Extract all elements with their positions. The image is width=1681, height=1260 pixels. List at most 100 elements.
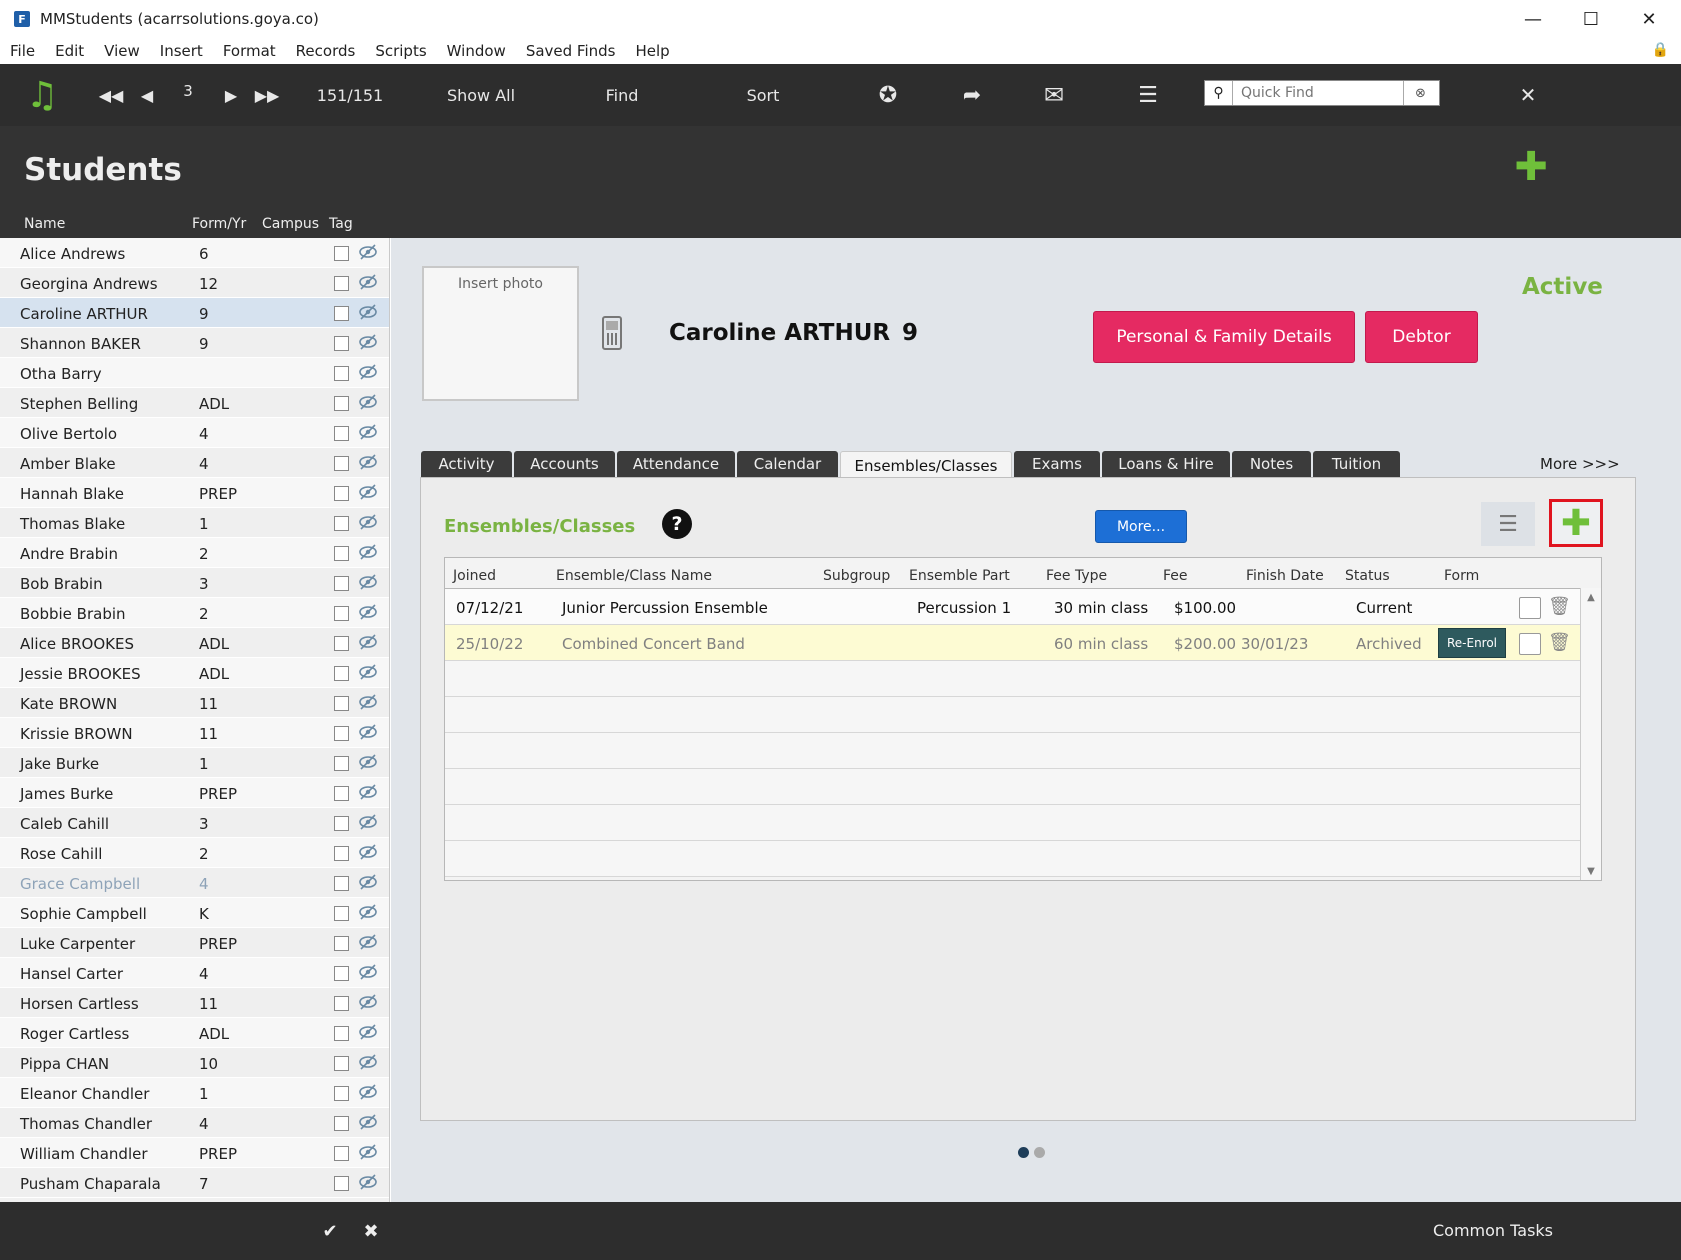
tag-checkbox[interactable] (334, 1056, 349, 1071)
student-row[interactable]: Jessie BROOKES ADL (0, 658, 389, 688)
tag-checkbox[interactable] (334, 1026, 349, 1041)
student-row[interactable]: Otha Barry (0, 358, 389, 388)
tag-checkbox[interactable] (334, 276, 349, 291)
tab-attendance[interactable]: Attendance (617, 451, 735, 477)
show-all-button[interactable]: Show All (440, 64, 522, 126)
hidden-eye-icon[interactable] (358, 1053, 380, 1073)
tag-checkbox[interactable] (334, 696, 349, 711)
email-icon[interactable]: ✉ (1038, 64, 1070, 126)
hidden-eye-icon[interactable] (358, 363, 380, 383)
hidden-eye-icon[interactable] (358, 483, 380, 503)
hidden-eye-icon[interactable] (358, 1143, 380, 1163)
student-row[interactable]: James Burke PREP (0, 778, 389, 808)
column-campus[interactable]: Campus (262, 216, 319, 232)
tab-tuition[interactable]: Tuition (1313, 451, 1400, 477)
menu-window[interactable]: Window (437, 42, 516, 60)
menu-records[interactable]: Records (286, 42, 366, 60)
hidden-eye-icon[interactable] (358, 663, 380, 683)
hidden-eye-icon[interactable] (358, 543, 380, 563)
row-checkbox[interactable] (1519, 597, 1541, 619)
menu-edit[interactable]: Edit (45, 42, 94, 60)
tag-checkbox[interactable] (334, 576, 349, 591)
menu-format[interactable]: Format (213, 42, 286, 60)
tag-checkbox[interactable] (334, 906, 349, 921)
student-row[interactable]: Grace Campbell 4 (0, 868, 389, 898)
hidden-eye-icon[interactable] (358, 243, 380, 263)
hidden-eye-icon[interactable] (358, 873, 380, 893)
tab-ensembles-classes[interactable]: Ensembles/Classes (840, 451, 1012, 479)
tag-checkbox[interactable] (334, 456, 349, 471)
close-find-icon[interactable]: ✕ (1514, 64, 1542, 126)
student-row[interactable]: Hansel Carter 4 (0, 958, 389, 988)
hidden-eye-icon[interactable] (358, 723, 380, 743)
student-row[interactable]: Shannon BAKER 9 (0, 328, 389, 358)
tab-notes[interactable]: Notes (1232, 451, 1311, 477)
student-row[interactable]: Andre Brabin 2 (0, 538, 389, 568)
page-dot-2[interactable] (1034, 1147, 1045, 1158)
hidden-eye-icon[interactable] (358, 753, 380, 773)
menu-file[interactable]: File (0, 42, 45, 60)
student-row[interactable]: Kate BROWN 11 (0, 688, 389, 718)
more-tabs-link[interactable]: More >>> (1540, 455, 1620, 473)
student-row[interactable]: Bobbie Brabin 2 (0, 598, 389, 628)
hidden-eye-icon[interactable] (358, 1083, 380, 1103)
student-row[interactable]: Sophie Campbell K (0, 898, 389, 928)
add-ensemble-button[interactable]: ✚ (1549, 499, 1603, 547)
debtor-button[interactable]: Debtor (1365, 311, 1478, 363)
list-view-icon[interactable]: ☰ (1481, 502, 1535, 546)
hidden-eye-icon[interactable] (358, 453, 380, 473)
tag-checkbox[interactable] (334, 336, 349, 351)
common-tasks-button[interactable]: Common Tasks (1433, 1221, 1553, 1240)
column-tag[interactable]: Tag (329, 216, 353, 232)
student-row[interactable]: Rose Cahill 2 (0, 838, 389, 868)
tag-checkbox[interactable] (334, 816, 349, 831)
student-row[interactable]: Horsen Cartless 11 (0, 988, 389, 1018)
student-row[interactable]: Bob Brabin 3 (0, 568, 389, 598)
page-dot-1[interactable] (1018, 1147, 1029, 1158)
hidden-eye-icon[interactable] (358, 693, 380, 713)
tag-checkbox[interactable] (334, 486, 349, 501)
hidden-eye-icon[interactable] (358, 603, 380, 623)
quick-find-input[interactable] (1233, 82, 1403, 104)
student-row[interactable]: Alice Andrews 6 (0, 238, 389, 268)
hidden-eye-icon[interactable] (358, 423, 380, 443)
scroll-up-icon[interactable]: ▲ (1581, 588, 1601, 606)
menu-help[interactable]: Help (625, 42, 679, 60)
student-row[interactable]: Luke Carpenter PREP (0, 928, 389, 958)
tag-checkbox[interactable] (334, 636, 349, 651)
tag-checkbox[interactable] (334, 306, 349, 321)
tag-checkbox[interactable] (334, 876, 349, 891)
share-icon[interactable]: ➦ (956, 64, 988, 126)
column-name[interactable]: Name (24, 216, 65, 232)
next-record-icon[interactable]: ▶ (222, 64, 240, 126)
re-enrol-button[interactable]: Re-Enrol (1438, 628, 1506, 658)
menu-insert[interactable]: Insert (150, 42, 213, 60)
student-row[interactable]: Roger Cartless ADL (0, 1018, 389, 1048)
tag-checkbox[interactable] (334, 666, 349, 681)
hidden-eye-icon[interactable] (358, 303, 380, 323)
hidden-eye-icon[interactable] (358, 513, 380, 533)
tag-checkbox[interactable] (334, 966, 349, 981)
more-button[interactable]: More... (1095, 510, 1187, 543)
tab-calendar[interactable]: Calendar (737, 451, 838, 477)
first-record-icon[interactable]: ◀◀ (98, 64, 124, 126)
cancel-icon[interactable]: ✖ (360, 1202, 382, 1260)
student-row[interactable]: Eleanor Chandler 1 (0, 1078, 389, 1108)
table-row[interactable]: 07/12/21 Junior Percussion Ensemble Perc… (445, 589, 1581, 625)
person-icon[interactable]: ✪ (872, 64, 904, 126)
hidden-eye-icon[interactable] (358, 843, 380, 863)
hidden-eye-icon[interactable] (358, 333, 380, 353)
add-student-icon[interactable]: ✚ (1514, 144, 1548, 190)
row-checkbox[interactable] (1519, 633, 1541, 655)
hidden-eye-icon[interactable] (358, 633, 380, 653)
student-row[interactable]: Pippa CHAN 10 (0, 1048, 389, 1078)
mobile-phone-icon[interactable] (602, 316, 622, 350)
tag-checkbox[interactable] (334, 396, 349, 411)
student-row[interactable]: Thomas Blake 1 (0, 508, 389, 538)
student-row[interactable]: Jake Burke 1 (0, 748, 389, 778)
student-row[interactable]: Stephen Belling ADL (0, 388, 389, 418)
trash-icon[interactable]: 🗑 (1548, 632, 1571, 654)
tag-checkbox[interactable] (334, 1176, 349, 1191)
last-record-icon[interactable]: ▶▶ (254, 64, 280, 126)
record-number[interactable]: 3 (176, 60, 200, 122)
